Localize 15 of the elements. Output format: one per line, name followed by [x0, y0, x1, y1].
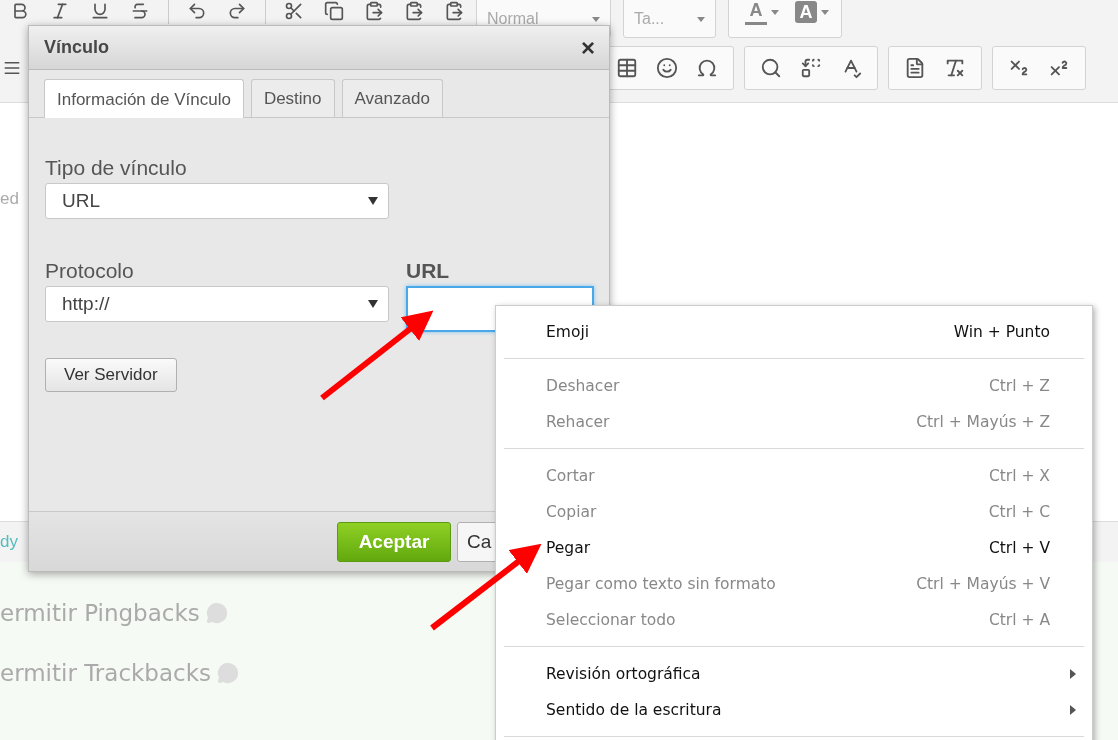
shortcut-text: Ctrl + C [988, 503, 1050, 521]
dialog-title: Vínculo [44, 37, 109, 58]
editor-text: ed [0, 189, 19, 209]
shortcut-text: Ctrl + Z [988, 377, 1050, 395]
field-label: URL [406, 259, 450, 283]
shortcut-text: Ctrl + Mayús + V [916, 575, 1050, 593]
shortcut-text: Ctrl + X [988, 467, 1050, 485]
option-label: ermitir Pingbacks [0, 600, 200, 626]
shortcut-text: Ctrl + Mayús + Z [916, 413, 1050, 431]
option-label: ermitir Trackbacks [0, 660, 211, 686]
field-label: Protocolo [45, 259, 134, 283]
shortcut-text: Ctrl + A [988, 611, 1050, 629]
field-label: Tipo de vínculo [45, 156, 187, 180]
shortcut-text: Ctrl + V [988, 539, 1050, 557]
shortcut-text: Win + Punto [953, 323, 1050, 341]
